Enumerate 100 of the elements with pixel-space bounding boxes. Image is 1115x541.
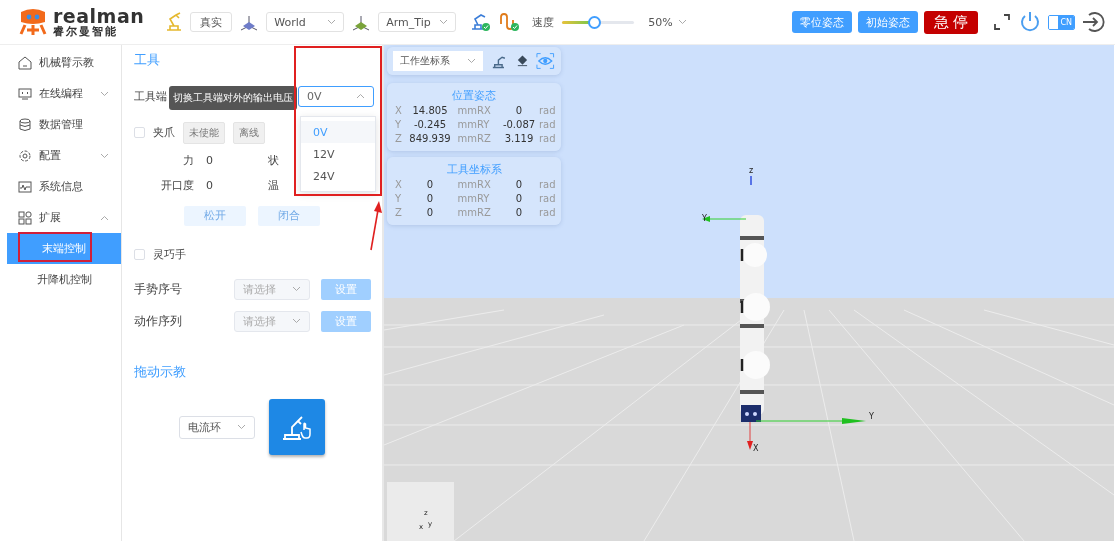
unit-label: mm xyxy=(456,132,477,146)
unit-label: mm xyxy=(456,178,477,192)
voltage-select[interactable]: 0V xyxy=(298,85,374,107)
speed-value-select[interactable]: 50% xyxy=(648,15,687,29)
field-label: 工具端 xyxy=(134,88,167,104)
sidebar-item[interactable]: 配置 xyxy=(0,140,121,171)
panel-title: 工具坐标系 xyxy=(445,162,503,177)
annotation-arrow xyxy=(368,200,382,252)
pose-value: 0 xyxy=(425,206,435,220)
menu-icon xyxy=(18,179,32,194)
pose-value: 14.805 xyxy=(411,104,449,118)
section-title: 拖动示教 xyxy=(134,363,187,381)
axis-label: RZ xyxy=(477,206,492,220)
field-value: 0 xyxy=(206,154,214,167)
menu-icon xyxy=(18,148,32,163)
axis-label: Y xyxy=(702,214,707,223)
sidebar-item[interactable]: 升降机控制 xyxy=(7,264,121,295)
chevron-icon xyxy=(677,19,687,25)
pose-value: 849.939 xyxy=(409,132,451,146)
tooltip: 切换工具端对外的输出电压 xyxy=(169,86,297,110)
robot-check-icon[interactable] xyxy=(470,12,493,32)
menu-icon xyxy=(18,117,32,132)
menu-icon xyxy=(18,210,32,225)
chevron-icon xyxy=(100,90,109,97)
emergency-stop-button[interactable]: 急 停 xyxy=(923,10,979,34)
eraser-icon[interactable] xyxy=(515,54,529,68)
eye-icon[interactable] xyxy=(536,52,555,70)
pose-value: 0 xyxy=(514,206,524,220)
drag-teach-button[interactable] xyxy=(269,399,325,455)
menu-icon xyxy=(18,86,32,101)
field-value: 0 xyxy=(206,179,214,192)
axis-label: RX xyxy=(477,178,492,192)
cable-check-icon[interactable] xyxy=(498,12,521,32)
logo-icon xyxy=(18,8,48,36)
chevron-icon xyxy=(100,152,109,159)
sidebar-item[interactable]: 系统信息 xyxy=(0,171,121,202)
status-tag: 未使能 xyxy=(183,121,225,144)
pose-value: 0 xyxy=(514,104,524,118)
unit-label: rad xyxy=(539,104,556,118)
checkbox-label: 夹爪 xyxy=(153,125,175,140)
pose-value: 0 xyxy=(425,178,435,192)
brand-name: realman xyxy=(53,7,145,26)
axis-arrow xyxy=(702,216,747,222)
unit-label: mm xyxy=(456,118,477,132)
speed-slider[interactable] xyxy=(562,15,635,29)
mode-select[interactable]: 真实 xyxy=(190,12,233,32)
speed-label: 速度 xyxy=(532,14,555,30)
unit-label: rad xyxy=(539,178,556,192)
axis-label: Y xyxy=(869,412,874,421)
chevron-icon xyxy=(466,58,476,64)
sidebar-item[interactable]: 数据管理 xyxy=(0,109,121,140)
unit-label: rad xyxy=(539,132,556,146)
pose-value: 0 xyxy=(514,192,524,206)
frame-select[interactable]: 工作坐标系 xyxy=(393,51,483,71)
field-label: 温 xyxy=(268,178,279,193)
menu-icon xyxy=(18,55,32,70)
chevron-icon xyxy=(327,19,337,25)
frame-select[interactable]: World xyxy=(266,12,345,32)
section-title: 工具 xyxy=(134,51,161,69)
slider-thumb[interactable] xyxy=(587,15,601,29)
axis-label: X xyxy=(395,178,403,192)
chevron-icon xyxy=(356,93,365,99)
unit-label: mm xyxy=(456,104,477,118)
tool-select[interactable]: Arm_Tip xyxy=(378,12,457,32)
unit-label: rad xyxy=(539,206,556,220)
pose-value: -0.245 xyxy=(412,118,448,132)
axis-label: X xyxy=(395,104,403,118)
chevron-icon xyxy=(292,286,301,292)
chevron-icon xyxy=(292,318,301,324)
sidebar-item[interactable]: 机械臂示教 xyxy=(0,47,121,78)
dropdown-option[interactable]: 12V xyxy=(301,143,375,165)
axis-label: Y xyxy=(395,192,403,206)
mode-select[interactable]: 电流环 xyxy=(179,415,255,439)
axis-label: RX xyxy=(477,104,492,118)
status-tag: 离线 xyxy=(233,121,265,144)
dropdown-option[interactable]: 24V xyxy=(301,165,375,187)
field-label: 手势序号 xyxy=(134,280,183,298)
axis-label: RY xyxy=(477,118,491,132)
chevron-icon xyxy=(439,19,449,25)
field-label: 动作序列 xyxy=(134,312,183,330)
axis-label: RY xyxy=(477,192,491,206)
axis-label: RZ xyxy=(477,132,492,146)
checkbox[interactable] xyxy=(134,249,145,260)
fullscreen-icon[interactable] xyxy=(992,12,1013,32)
logout-icon[interactable] xyxy=(1081,10,1105,34)
checkbox[interactable] xyxy=(134,127,145,138)
checkbox-label: 灵巧手 xyxy=(153,247,186,262)
field-label: 力 xyxy=(182,153,194,168)
sidebar-item[interactable]: 在线编程 xyxy=(0,78,121,109)
panel-title: 位置姿态 xyxy=(451,88,497,103)
unit-label: mm xyxy=(456,206,477,220)
brand-subtitle: 睿尔曼智能 xyxy=(53,26,119,37)
axis-label: X xyxy=(753,444,759,453)
field-label: 开口度 xyxy=(160,178,194,193)
sidebar-item[interactable]: 扩展 xyxy=(0,202,121,233)
pose-value: 0 xyxy=(425,192,435,206)
chevron-icon xyxy=(237,424,246,430)
unit-label: rad xyxy=(539,118,556,132)
unit-label: rad xyxy=(539,192,556,206)
pose-value: -0.087 xyxy=(501,118,537,132)
